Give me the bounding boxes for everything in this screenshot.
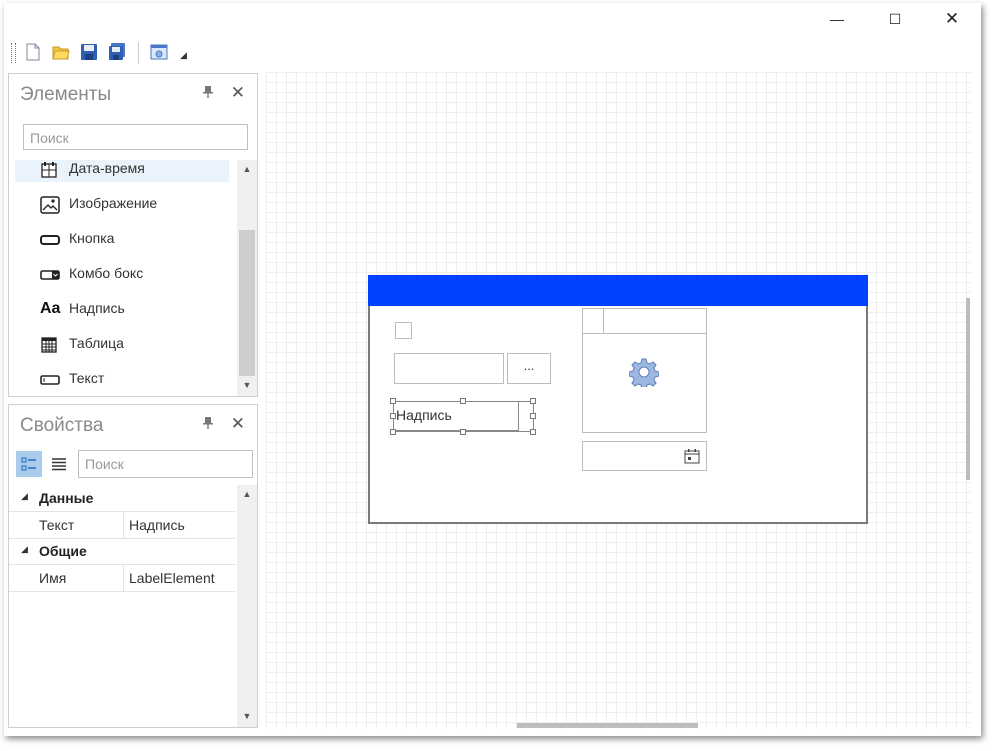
image-box-toolbar bbox=[583, 309, 706, 334]
form-preview[interactable]: ... Надпись bbox=[368, 275, 868, 524]
collapse-icon[interactable]: ◢ bbox=[21, 544, 28, 555]
properties-panel-title: Свойства bbox=[20, 415, 104, 436]
property-key: Имя bbox=[39, 570, 67, 586]
calendar-icon[interactable] bbox=[684, 448, 700, 464]
property-value[interactable]: LabelElement bbox=[129, 570, 215, 586]
image-box-toolbar-divider bbox=[603, 309, 604, 333]
new-file-icon[interactable] bbox=[24, 43, 42, 61]
property-key: Текст bbox=[39, 517, 75, 533]
elements-search-input[interactable]: Поиск bbox=[23, 124, 248, 150]
property-group-data[interactable]: ◢ Данные bbox=[9, 485, 235, 511]
save-all-icon[interactable] bbox=[108, 43, 126, 61]
element-item-label: Текст bbox=[69, 370, 105, 386]
image-icon bbox=[40, 196, 60, 214]
property-row[interactable]: Имя LabelElement bbox=[9, 564, 235, 592]
close-button[interactable]: ✕ bbox=[937, 8, 967, 32]
table-icon bbox=[40, 336, 60, 354]
toolbar-overflow-icon[interactable]: ◢ bbox=[180, 50, 187, 61]
categorized-icon bbox=[21, 457, 36, 471]
property-value[interactable]: Надпись bbox=[129, 517, 185, 533]
form-datetime-picker[interactable] bbox=[582, 441, 707, 471]
scroll-down-icon[interactable]: ▼ bbox=[237, 707, 257, 725]
selection-box bbox=[393, 401, 534, 432]
property-row[interactable]: Текст Надпись bbox=[9, 511, 235, 539]
group-name: Общие bbox=[39, 543, 87, 559]
resize-handle[interactable] bbox=[530, 429, 536, 435]
property-divider bbox=[123, 565, 124, 591]
form-image-box[interactable] bbox=[582, 308, 707, 433]
elements-panel-title: Элементы bbox=[20, 84, 112, 105]
resize-handle[interactable] bbox=[460, 429, 466, 435]
element-item-table[interactable]: Таблица bbox=[40, 329, 230, 359]
element-item-label: Изображение bbox=[69, 195, 158, 211]
element-item-button[interactable]: Кнопка bbox=[40, 224, 230, 254]
property-grid: ◢ Данные Текст Надпись ◢ Общие Имя Label… bbox=[9, 485, 237, 727]
pin-icon[interactable] bbox=[203, 417, 213, 432]
canvas-horizontal-scrollbar[interactable] bbox=[517, 723, 698, 728]
label-icon: Aa bbox=[40, 300, 61, 317]
property-group-general[interactable]: ◢ Общие bbox=[9, 538, 235, 564]
scroll-down-icon[interactable]: ▼ bbox=[237, 376, 257, 394]
toolbar-separator bbox=[138, 42, 139, 64]
toolbar-grip bbox=[11, 43, 16, 63]
form-header[interactable] bbox=[368, 275, 868, 306]
categorized-view-button[interactable] bbox=[16, 451, 42, 477]
group-name: Данные bbox=[39, 490, 94, 506]
element-item-textbox[interactable]: Текст bbox=[40, 364, 230, 394]
resize-handle[interactable] bbox=[530, 398, 536, 404]
resize-handle[interactable] bbox=[390, 429, 396, 435]
minimize-button[interactable]: — bbox=[822, 8, 852, 32]
maximize-button[interactable]: ☐ bbox=[880, 8, 910, 32]
button-icon bbox=[40, 231, 60, 249]
element-item-label: Комбо бокс bbox=[69, 265, 144, 281]
combobox-icon bbox=[40, 266, 60, 284]
resize-handle[interactable] bbox=[390, 398, 396, 404]
toolbar: ◢ bbox=[10, 40, 210, 66]
element-item-label-control[interactable]: Aa Надпись bbox=[40, 294, 230, 324]
elements-scrollbar[interactable]: ▲ ▼ bbox=[237, 160, 257, 396]
scroll-up-icon[interactable]: ▲ bbox=[237, 160, 257, 178]
form-checkbox[interactable] bbox=[395, 322, 412, 339]
textbox-icon bbox=[40, 371, 60, 389]
form-preview-icon[interactable] bbox=[150, 43, 168, 61]
element-item-datetime[interactable]: Дата-время bbox=[40, 160, 230, 184]
properties-scrollbar[interactable]: ▲ ▼ bbox=[237, 485, 257, 727]
form-ellipsis-button[interactable]: ... bbox=[507, 353, 551, 384]
properties-panel-close-button[interactable]: ✕ bbox=[231, 414, 245, 434]
element-item-label: Таблица bbox=[69, 335, 124, 351]
form-textbox[interactable] bbox=[394, 353, 504, 384]
element-item-label: Кнопка bbox=[69, 230, 115, 246]
resize-handle[interactable] bbox=[530, 413, 536, 419]
property-divider bbox=[123, 512, 124, 538]
elements-panel-close-button[interactable]: ✕ bbox=[231, 83, 245, 103]
element-item-image[interactable]: Изображение bbox=[40, 189, 230, 219]
scroll-up-icon[interactable]: ▲ bbox=[237, 485, 257, 503]
elements-panel: Элементы ✕ Поиск Дата-время Изображение … bbox=[8, 73, 258, 397]
element-item-label: Дата-время bbox=[69, 160, 145, 176]
save-icon[interactable] bbox=[80, 43, 98, 61]
gear-icon bbox=[628, 357, 660, 390]
scrollbar-thumb[interactable] bbox=[239, 230, 255, 376]
list-icon bbox=[52, 458, 66, 471]
element-item-combobox[interactable]: Комбо бокс bbox=[40, 259, 230, 289]
datetime-icon bbox=[40, 161, 60, 179]
pin-icon[interactable] bbox=[203, 86, 213, 101]
open-folder-icon[interactable] bbox=[52, 43, 70, 61]
elements-list: Дата-время Изображение Кнопка Комбо бокс… bbox=[9, 160, 237, 396]
collapse-icon[interactable]: ◢ bbox=[21, 491, 28, 502]
properties-search-input[interactable]: Поиск bbox=[78, 450, 253, 478]
properties-panel: Свойства ✕ Поиск ◢ Данные Текст Надпись … bbox=[8, 404, 258, 728]
element-item-label: Надпись bbox=[69, 300, 125, 316]
canvas-vertical-scrollbar[interactable] bbox=[966, 298, 970, 480]
alphabetical-view-button[interactable] bbox=[46, 451, 72, 477]
resize-handle[interactable] bbox=[460, 398, 466, 404]
resize-handle[interactable] bbox=[390, 413, 396, 419]
